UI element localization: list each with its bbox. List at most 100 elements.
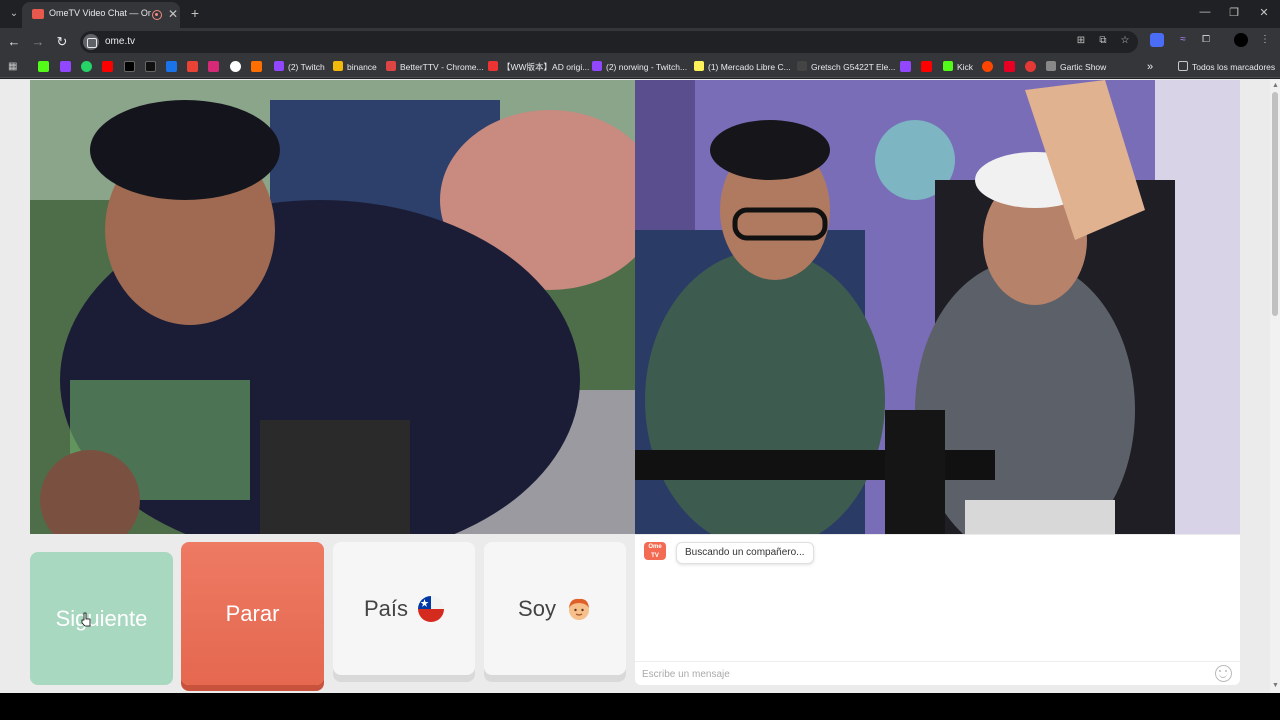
chile-flag-icon: [418, 595, 445, 622]
ometv-logo: Ome TV: [644, 542, 666, 560]
google-bookmark-icon[interactable]: [230, 61, 241, 72]
twitch-icon: [274, 61, 284, 71]
twitch-bookmark-icon[interactable]: [60, 61, 71, 72]
bookmark-gartic-show[interactable]: Gartic Show: [1046, 60, 1106, 74]
more-bookmarks-chevron-icon[interactable]: »: [1147, 60, 1153, 74]
remote-video-frame: [30, 80, 635, 534]
next-button[interactable]: Siguiente: [30, 552, 173, 685]
extension-translate-icon[interactable]: [1150, 33, 1164, 47]
bookmark-label: binance: [347, 62, 377, 72]
gender-button[interactable]: Soy: [484, 542, 626, 675]
back-arrow-icon[interactable]: ←: [6, 34, 22, 50]
ometv-favicon-icon: [32, 9, 44, 19]
mercadolibre-icon: [694, 61, 704, 71]
install-app-icon[interactable]: ⧉: [1096, 35, 1110, 46]
profile-avatar-icon[interactable]: [1234, 33, 1248, 47]
youtube-bookmark-icon[interactable]: [921, 61, 932, 72]
restore-button[interactable]: ❐: [1227, 6, 1241, 19]
gender-label: Soy: [518, 595, 556, 621]
address-bar[interactable]: ome.tv ⊞ ⧉ ☆: [80, 31, 1138, 53]
bookmark-gretsch[interactable]: Gretsch G5422T Ele...: [797, 60, 895, 74]
translate-icon[interactable]: ⊞: [1074, 35, 1088, 46]
bookmark-mercadolibre[interactable]: (1) Mercado Libre C...: [694, 60, 791, 74]
country-label: País: [363, 595, 409, 621]
tab-close-icon[interactable]: ✕: [168, 7, 178, 21]
bookmark-betterttv[interactable]: BetterTTV - Chrome...: [386, 60, 484, 74]
ometv-page: Siguiente Parar País Soy Ome TV Buscando…: [0, 79, 1270, 693]
reload-icon[interactable]: ↻: [54, 34, 70, 50]
tab-ometv[interactable]: OmeTV Video Chat — Omegle ✕: [22, 2, 180, 28]
bookmark-label: (1) Mercado Libre C...: [708, 62, 791, 72]
bookmark-norwing[interactable]: (2) norwing - Twitch...: [592, 60, 687, 74]
chat-panel: Ome TV Buscando un compañero...: [635, 535, 1240, 685]
gmail-bookmark-icon[interactable]: [187, 61, 198, 72]
reddit-bookmark-icon[interactable]: [982, 61, 993, 72]
youtube-bookmark-icon[interactable]: [1004, 61, 1015, 72]
tv-bookmark-icon[interactable]: [145, 61, 156, 72]
youtube-bookmark-icon[interactable]: [102, 61, 113, 72]
folder-icon: [1178, 61, 1188, 71]
tab-search-icon[interactable]: ⌄: [6, 6, 22, 22]
bookmark-label: Gretsch G5422T Ele...: [811, 62, 896, 72]
bookmark-label: BetterTTV - Chrome...: [400, 62, 484, 72]
url-text: ome.tv: [105, 36, 136, 47]
boy-emoji-icon: [568, 598, 589, 620]
apps-grid-icon[interactable]: ▦: [8, 61, 19, 72]
bookmark-label: (2) norwing - Twitch...: [606, 62, 688, 72]
ad-icon: [488, 61, 498, 71]
twitch-icon: [592, 61, 602, 71]
bookmark-label: (2) Twitch: [288, 62, 325, 72]
all-bookmarks-label: Todos los marcadores: [1192, 62, 1276, 72]
all-bookmarks-folder[interactable]: Todos los marcadores: [1178, 60, 1275, 74]
minimize-button[interactable]: —: [1198, 6, 1212, 18]
kick-bookmark-icon[interactable]: [38, 61, 49, 72]
gartic-icon: [1046, 61, 1056, 71]
bookmark-kick[interactable]: Kick: [943, 60, 973, 74]
bottom-black-bar: [0, 693, 1280, 720]
browser-toolbar: ← → ↻ ome.tv ⊞ ⧉ ☆ ≈ ⧠ ⋮: [0, 28, 1280, 56]
analytics-bookmark-icon[interactable]: [251, 61, 262, 72]
stop-button[interactable]: Parar: [181, 542, 324, 685]
twitch-bookmark-icon[interactable]: [900, 61, 911, 72]
binance-icon: [333, 61, 343, 71]
page-icon: [797, 61, 807, 71]
hand-cursor-icon: [81, 612, 91, 627]
instagram-bookmark-icon[interactable]: [208, 61, 219, 72]
bookmark-binance[interactable]: binance: [333, 60, 377, 74]
close-window-button[interactable]: ✕: [1257, 6, 1271, 19]
scroll-down-arrow-icon[interactable]: ▼: [1272, 682, 1279, 689]
forward-arrow-icon[interactable]: →: [30, 34, 46, 50]
menu-kebab-icon[interactable]: ⋮: [1258, 33, 1272, 47]
recording-icon: [152, 10, 162, 20]
new-tab-button[interactable]: +: [186, 5, 204, 23]
next-label: Siguiente: [55, 605, 148, 631]
extensions-puzzle-icon[interactable]: ⧠: [1199, 33, 1213, 47]
stop-label: Parar: [225, 600, 280, 626]
status-message: Buscando un compañero...: [676, 542, 814, 564]
emoji-smiley-icon[interactable]: [1215, 665, 1232, 682]
tab-strip: ⌄ OmeTV Video Chat — Omegle ✕ + — ❐ ✕: [0, 0, 1280, 28]
bookmark-twitch[interactable]: (2) Twitch: [274, 60, 325, 74]
message-input[interactable]: [642, 666, 1202, 682]
local-camera-video: [635, 80, 1240, 534]
betterttv-icon: [386, 61, 396, 71]
bookmark-label: 【WW版本】AD origi...: [502, 62, 590, 72]
extension-ttv-icon[interactable]: ≈: [1176, 33, 1190, 47]
bookmarks-bar: ▦ (2) Twitch binance BetterTTV - Chrome.…: [0, 56, 1280, 78]
bookmark-label: Gartic Show: [1060, 62, 1107, 72]
x-bookmark-icon[interactable]: [124, 61, 135, 72]
kick-icon: [943, 61, 953, 71]
bookmark-ad-origin[interactable]: 【WW版本】AD origi...: [488, 60, 589, 74]
pinterest-bookmark-icon[interactable]: [1025, 61, 1036, 72]
whatsapp-bookmark-icon[interactable]: [81, 61, 92, 72]
country-button[interactable]: País: [333, 542, 475, 675]
site-info-icon[interactable]: [83, 34, 99, 50]
tab-title: OmeTV Video Chat — Omegle: [49, 8, 151, 18]
paypal-bookmark-icon[interactable]: [166, 61, 177, 72]
scrollbar-thumb[interactable]: [1272, 92, 1278, 316]
bookmark-star-icon[interactable]: ☆: [1118, 35, 1132, 46]
local-video-frame: [635, 80, 1240, 534]
bookmark-label: Kick: [957, 62, 974, 72]
scroll-up-arrow-icon[interactable]: ▲: [1272, 82, 1279, 89]
chat-input-row: [635, 661, 1240, 685]
